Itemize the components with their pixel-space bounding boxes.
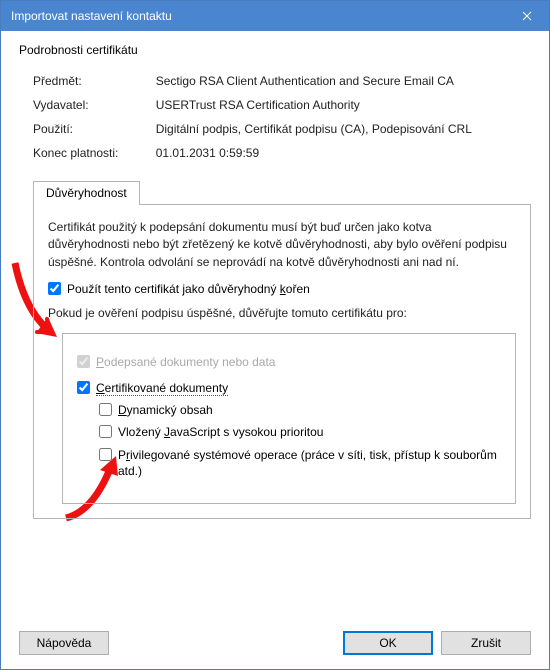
cert-details: Předmět: Sectigo RSA Client Authenticati… [33, 69, 531, 165]
subject-value: Sectigo RSA Client Authentication and Se… [156, 69, 531, 93]
usage-label: Použití: [33, 117, 156, 141]
opt-certdoc-row: Certifikované dokumenty [77, 380, 501, 396]
opt-signed-label: Podepsané dokumenty nebo data [96, 354, 275, 370]
opt-priv-label: Privilegované systémové operace (práce v… [118, 447, 501, 479]
tab-panel-trust: Certifikát použitý k podepsání dokumentu… [33, 204, 531, 519]
button-row: Nápověda OK Zrušit [1, 623, 549, 669]
opt-js-label: Vložený JavaScript s vysokou prioritou [118, 424, 323, 440]
titlebar: Importovat nastavení kontaktu [1, 1, 549, 31]
opt-signed-checkbox [77, 355, 90, 368]
opt-certdoc-label: Certifikované dokumenty [96, 380, 228, 396]
issuer-value: USERTrust RSA Certification Authority [156, 93, 531, 117]
opt-dynamic-row: Dynamický obsah [99, 402, 501, 418]
opt-signed-row: Podepsané dokumenty nebo data [77, 354, 501, 370]
expires-label: Konec platnosti: [33, 141, 156, 165]
section-title: Podrobnosti certifikátu [19, 43, 531, 57]
opt-dynamic-label: Dynamický obsah [118, 402, 213, 418]
tab-trust[interactable]: Důvěryhodnost [33, 181, 140, 205]
trust-for-label: Pokud je ověření podpisu úspěšné, důvěřu… [48, 305, 516, 322]
usage-value: Digitální podpis, Certifikát podpisu (CA… [156, 117, 531, 141]
opt-dynamic-checkbox[interactable] [99, 403, 112, 416]
trust-options-box: Podepsané dokumenty nebo data Certifikov… [62, 333, 516, 504]
subject-label: Předmět: [33, 69, 156, 93]
opt-priv-row: Privilegované systémové operace (práce v… [99, 447, 501, 479]
close-icon [522, 11, 532, 21]
use-as-root-label: Použít tento certifikát jako důvěryhodný… [67, 281, 310, 297]
window-title: Importovat nastavení kontaktu [11, 9, 172, 23]
cancel-button[interactable]: Zrušit [441, 631, 531, 655]
opt-certdoc-checkbox[interactable] [77, 381, 90, 394]
opt-priv-checkbox[interactable] [99, 448, 112, 461]
help-button[interactable]: Nápověda [19, 631, 109, 655]
trust-description: Certifikát použitý k podepsání dokumentu… [48, 219, 516, 271]
opt-js-row: Vložený JavaScript s vysokou prioritou [99, 424, 501, 440]
use-as-root-row: Použít tento certifikát jako důvěryhodný… [48, 281, 516, 297]
close-button[interactable] [504, 1, 549, 31]
opt-js-checkbox[interactable] [99, 425, 112, 438]
expires-value: 01.01.2031 0:59:59 [156, 141, 531, 165]
issuer-label: Vydavatel: [33, 93, 156, 117]
ok-button[interactable]: OK [343, 631, 433, 655]
use-as-root-checkbox[interactable] [48, 282, 61, 295]
